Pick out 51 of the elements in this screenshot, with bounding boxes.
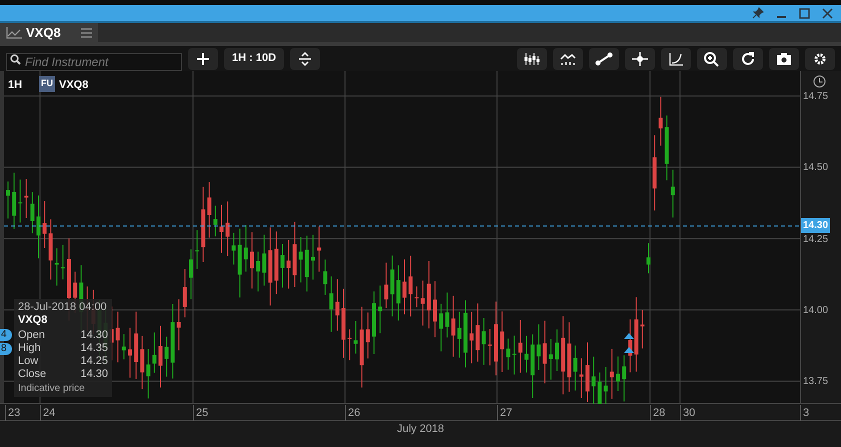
price-tick: 14.00 [803, 304, 828, 318]
series-marker: 4 [0, 329, 12, 341]
clock-icon[interactable] [813, 75, 826, 88]
candlestick-icon[interactable] [517, 48, 547, 70]
expand-collapse-icon[interactable] [290, 48, 320, 70]
price-tick: 14.75 [803, 90, 828, 104]
search-icon [10, 54, 21, 64]
date-tick: 23 [5, 405, 20, 421]
price-tick: 14.25 [803, 232, 828, 247]
tooltip-value: 14.30 [80, 329, 108, 342]
current-price-label: 14.30 [801, 218, 830, 233]
chart-tab[interactable]: VXQ8 [0, 23, 98, 42]
tooltip-label: High [18, 342, 41, 355]
settings-icon[interactable] [805, 48, 835, 70]
date-tick: 25 [193, 405, 208, 421]
close-icon[interactable] [822, 8, 833, 18]
legend-symbol: VXQ8 [59, 78, 88, 93]
search-field[interactable]: Find Instrument [6, 52, 182, 70]
indicator-icon[interactable] [553, 48, 583, 70]
tooltip-note: Indicative price [18, 382, 86, 395]
line-chart-icon [6, 26, 22, 38]
tooltip-label: Low [18, 355, 38, 368]
date-tick: 24 [40, 405, 56, 421]
tooltip-label: Close [18, 368, 46, 381]
pin-icon[interactable] [752, 7, 764, 19]
tooltip-value: 14.35 [80, 342, 108, 355]
date-tick: 3 [800, 405, 810, 421]
refresh-icon[interactable] [733, 48, 763, 70]
crosshair-icon[interactable] [625, 48, 655, 70]
series-marker: 8 [0, 343, 12, 355]
date-tick: 26 [345, 405, 360, 421]
instrument-badge: FU [39, 76, 55, 92]
add-icon[interactable] [188, 48, 218, 70]
tooltip-date: 28-Jul-2018 04:00 [18, 301, 108, 314]
date-tick: 30 [680, 405, 696, 421]
menu-icon[interactable] [81, 28, 92, 38]
month-label: July 2018 [396, 422, 444, 437]
price-tick: 14.50 [803, 161, 828, 176]
curve-icon[interactable] [661, 48, 691, 70]
legend-interval: 1H [8, 78, 22, 93]
tooltip-value: 14.30 [80, 368, 108, 381]
maximize-icon[interactable] [799, 8, 810, 18]
zoom-in-icon[interactable] [697, 48, 727, 70]
date-tick: 27 [497, 405, 512, 421]
date-tick: 28 [650, 405, 666, 421]
tooltip-value: 14.25 [80, 355, 108, 368]
period-button[interactable]: 1H : 10D [224, 48, 284, 70]
tooltip-label: Open [18, 329, 45, 342]
price-tick: 13.75 [803, 375, 828, 390]
tooltip-symbol: VXQ8 [18, 314, 48, 327]
camera-icon[interactable] [769, 48, 799, 70]
